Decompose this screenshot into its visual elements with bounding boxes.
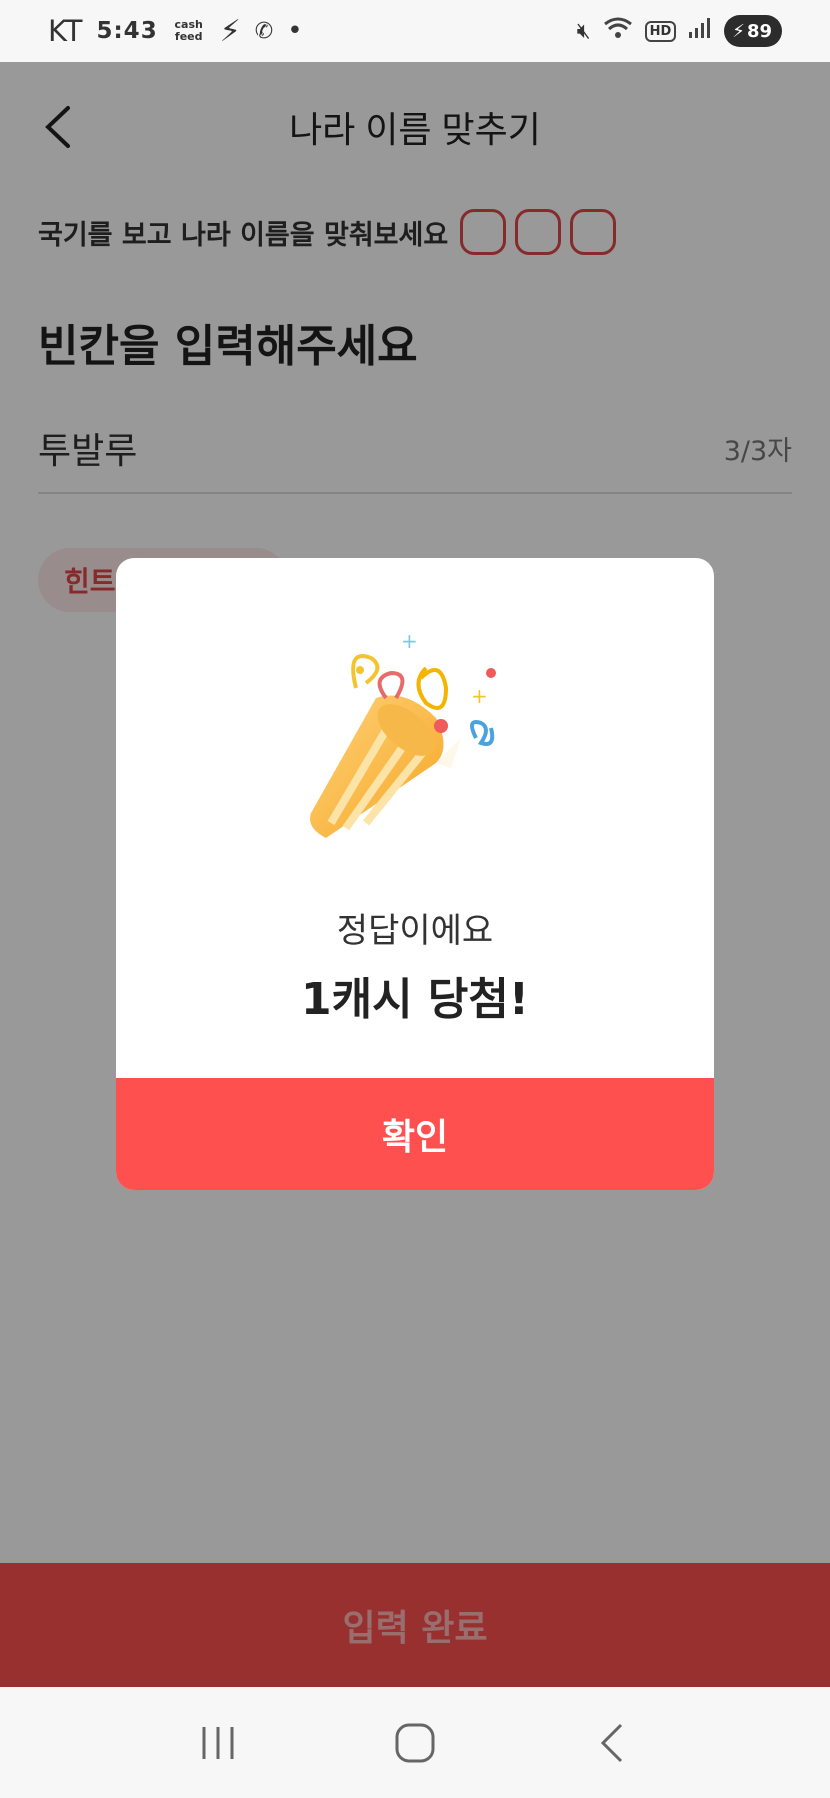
result-message: 정답이에요 <box>336 911 494 951</box>
recent-apps-icon <box>202 1726 234 1759</box>
prize-text: 1캐시 당첨! <box>301 974 529 1025</box>
home-icon <box>395 1723 435 1762</box>
back-arrow-icon <box>600 1723 622 1762</box>
confirm-label: 확인 <box>381 1117 449 1158</box>
status-right: 🔇︎ HD ⚡ 89 <box>577 15 782 47</box>
result-dialog: + + 정답이에요 1캐시 당첨! 확인 <box>116 558 714 1190</box>
call-icon: ✆ <box>254 18 274 44</box>
system-back-button[interactable] <box>582 1713 642 1773</box>
hd-voice-icon: HD <box>644 20 677 42</box>
lightning-icon: ⚡ <box>219 13 241 49</box>
cashfeed-badge: cash feed <box>172 19 206 43</box>
cashfeed-badge-bottom: feed <box>174 30 203 43</box>
mute-icon: 🔇︎ <box>576 18 591 44</box>
svg-text:+: + <box>401 629 418 653</box>
home-button[interactable] <box>385 1713 445 1773</box>
system-nav-bar <box>0 1687 830 1798</box>
recent-apps-button[interactable] <box>188 1713 248 1773</box>
signal-icon <box>688 16 712 46</box>
status-bar: KT 5:43 cash feed ⚡ ✆ • 🔇︎ HD ⚡ 89 <box>0 0 830 62</box>
clock: 5:43 <box>96 18 158 44</box>
status-left: KT 5:43 cash feed ⚡ ✆ • <box>48 14 303 49</box>
svg-text:+: + <box>471 684 488 708</box>
party-popper-icon: + + <box>310 629 496 838</box>
battery-level: 89 <box>746 20 772 42</box>
charging-icon: ⚡ <box>732 20 745 42</box>
wifi-icon <box>603 16 633 46</box>
confirm-button[interactable]: 확인 <box>116 1078 714 1190</box>
notification-dot-icon: • <box>287 16 303 46</box>
battery-indicator: ⚡ 89 <box>724 15 782 47</box>
carrier-label: KT <box>48 14 83 48</box>
